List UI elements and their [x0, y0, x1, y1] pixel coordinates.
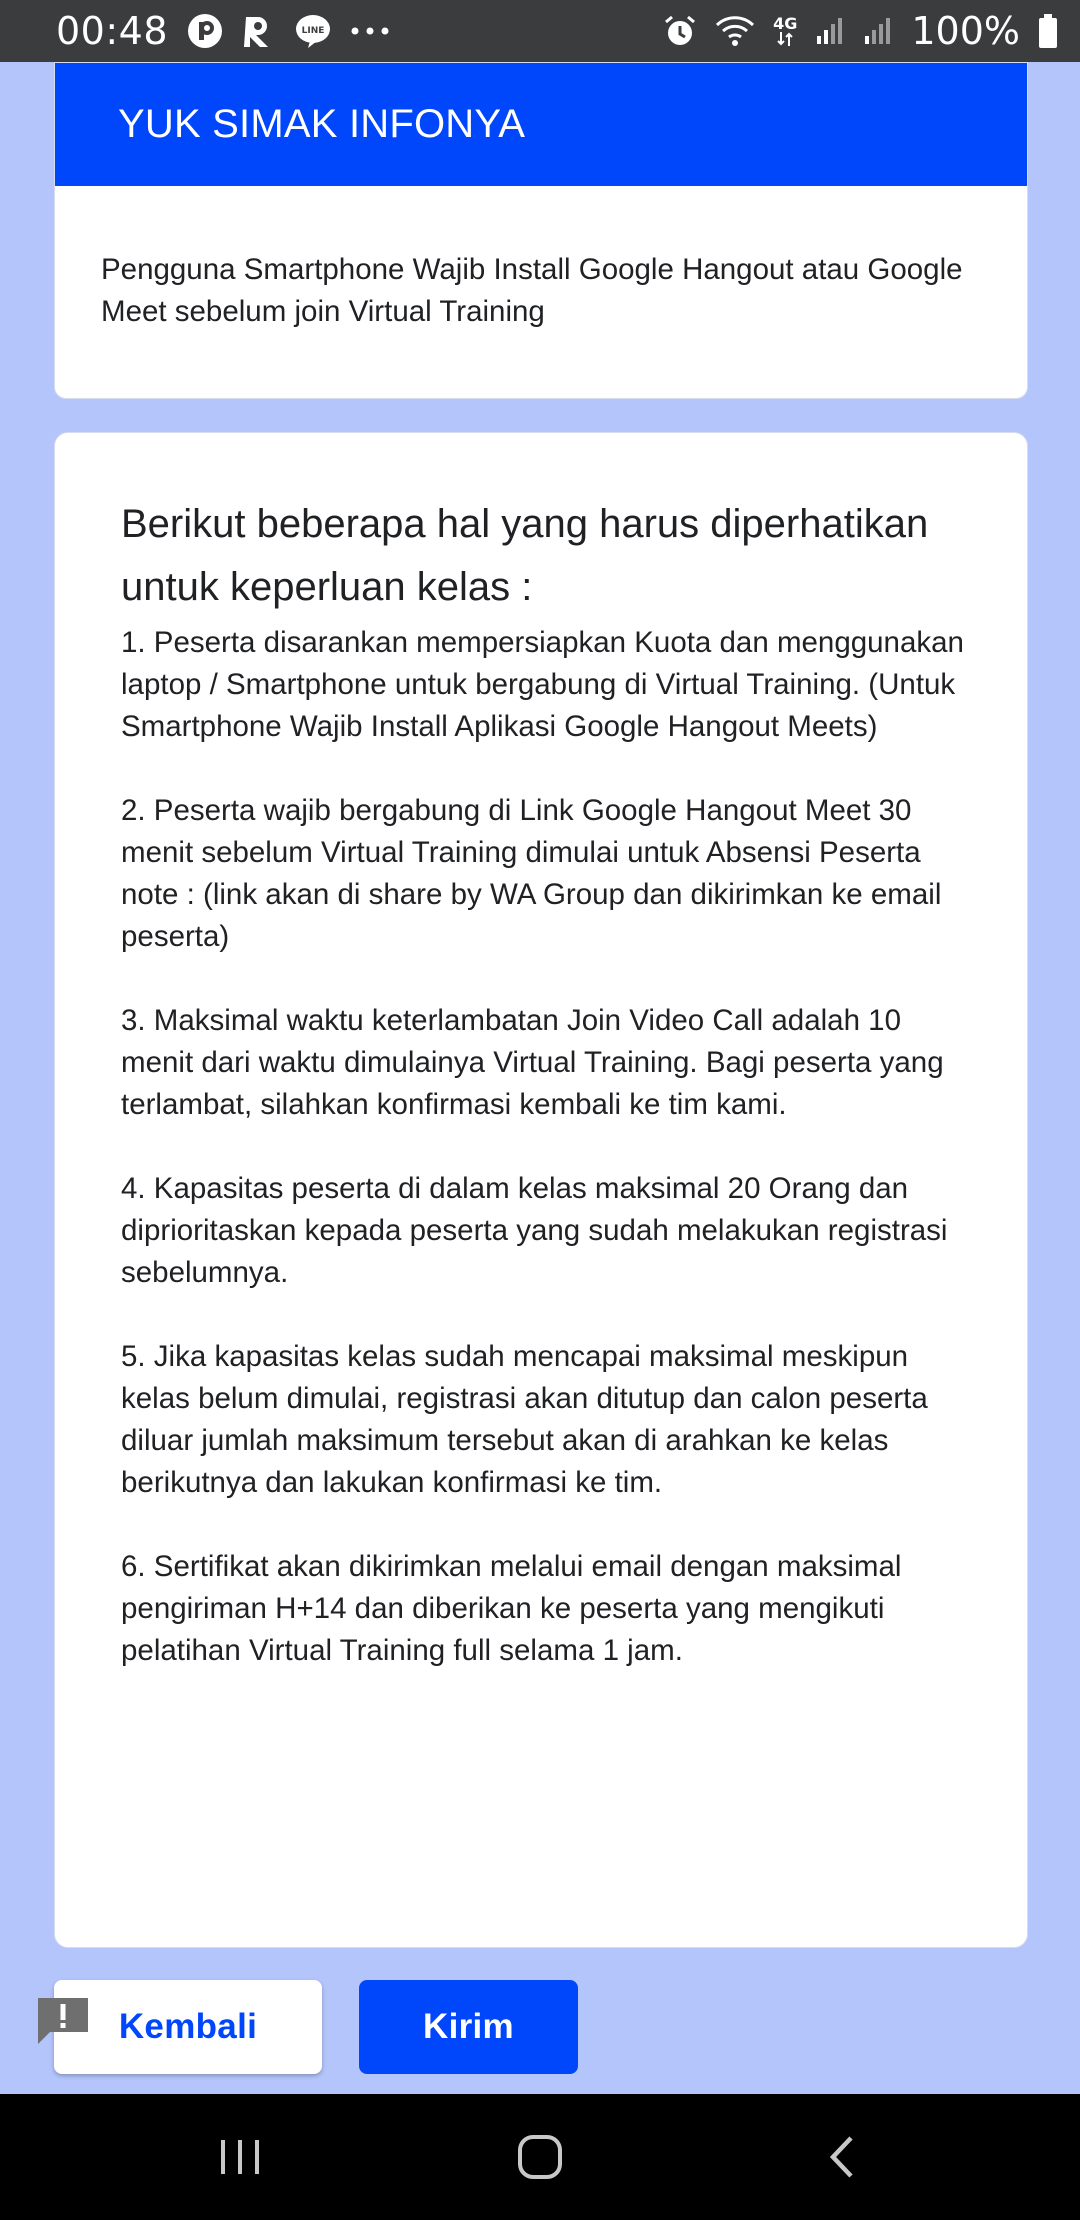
status-bar: 00:48 LINE 4G 100% — [0, 0, 1080, 62]
wifi-icon — [715, 15, 755, 47]
signal-icon — [863, 16, 893, 46]
submit-button[interactable]: Kirim — [359, 1980, 578, 2074]
form-description: Pengguna Smartphone Wajib Install Google… — [101, 253, 963, 328]
p-app-icon — [186, 12, 224, 50]
back-button-label: Kembali — [118, 2007, 258, 2046]
section-title: Berikut beberapa hal yang harus diperhat… — [121, 502, 929, 609]
battery-icon — [1038, 14, 1058, 48]
home-icon[interactable] — [500, 2094, 580, 2220]
svg-text:LINE: LINE — [302, 26, 325, 36]
alarm-icon — [663, 14, 697, 48]
submit-button-label: Kirim — [423, 2007, 514, 2046]
status-time: 00:48 — [56, 9, 169, 53]
battery-percent: 100% — [911, 9, 1020, 53]
back-button[interactable]: Kembali — [54, 1980, 322, 2074]
network-type: 4G — [773, 16, 797, 46]
form-header-card: YUK SIMAK INFONYA Pengguna Smartphone Wa… — [54, 62, 1028, 399]
form-title: YUK SIMAK INFONYA — [118, 102, 526, 146]
info-section-card: Berikut beberapa hal yang harus diperhat… — [54, 432, 1028, 1948]
form-header-band: YUK SIMAK INFONYA — [55, 63, 1027, 186]
r-app-icon — [242, 13, 276, 49]
line-icon: LINE — [294, 13, 332, 49]
signal-icon — [815, 16, 845, 46]
recent-apps-icon[interactable] — [200, 2094, 280, 2220]
system-nav-bar — [0, 2094, 1080, 2220]
back-nav-icon[interactable] — [802, 2094, 882, 2220]
feedback-icon[interactable] — [36, 1994, 90, 2048]
more-dots-icon — [350, 26, 390, 36]
section-description: 1. Peserta disarankan mempersiapkan Kuot… — [121, 626, 964, 1667]
